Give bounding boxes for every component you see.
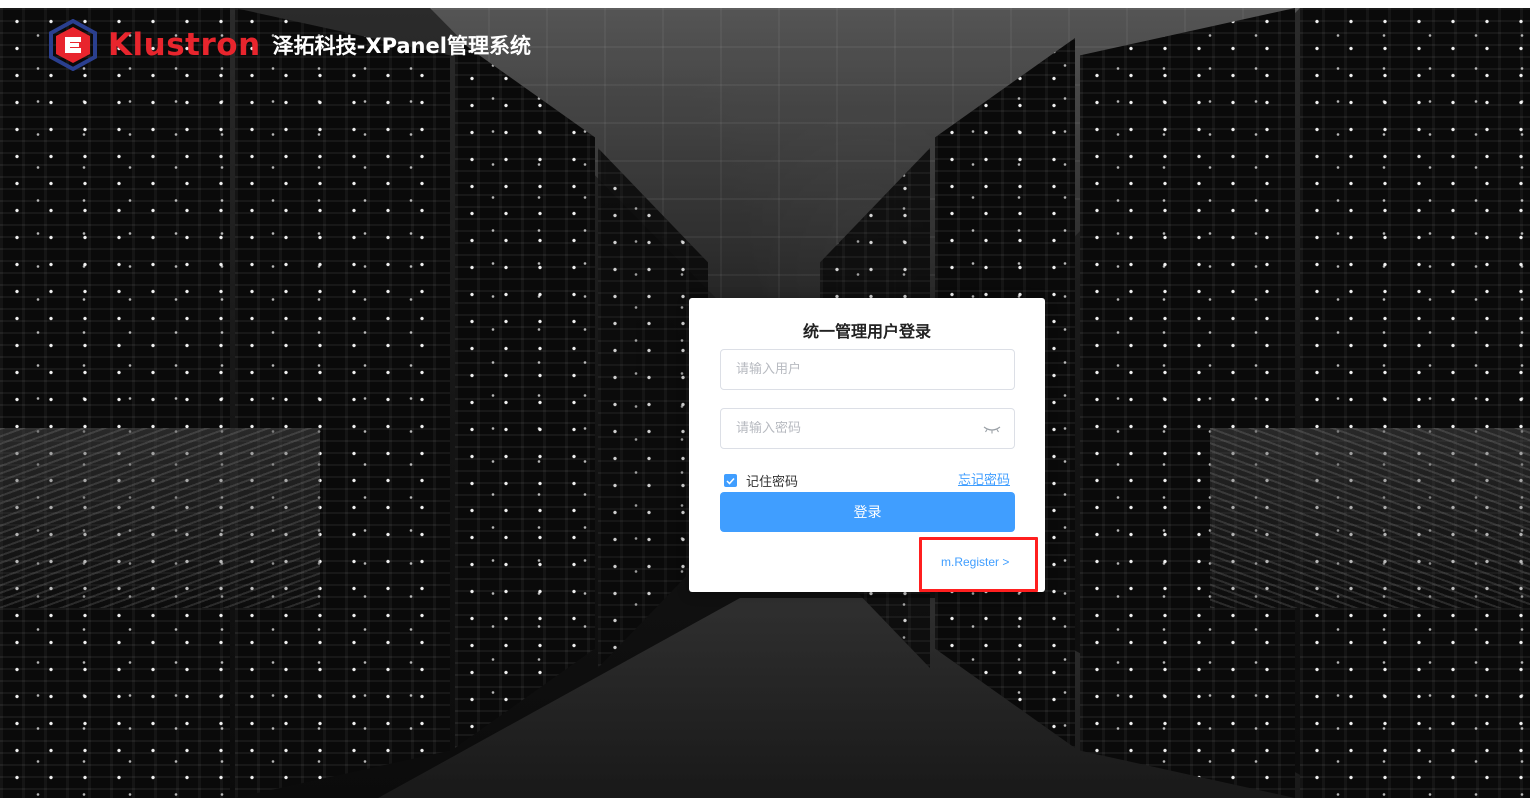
cable-bundle — [1210, 428, 1530, 608]
klustron-logo-icon — [49, 19, 97, 71]
login-card: 统一管理用户登录 记住密码 忘记密码 登录 m.Register > — [689, 298, 1045, 592]
checkmark-icon — [726, 477, 735, 485]
remember-password[interactable]: 记住密码 — [724, 471, 798, 490]
password-field[interactable] — [720, 408, 1015, 449]
forgot-password-link[interactable]: 忘记密码 — [958, 469, 1010, 488]
server-rack — [1080, 8, 1295, 798]
system-title: 泽拓科技-XPanel管理系统 — [272, 34, 531, 58]
brand-name: Klustron — [108, 27, 261, 63]
app-header: Klustron 泽拓科技-XPanel管理系统 — [48, 17, 531, 73]
username-input[interactable] — [736, 362, 999, 377]
username-field[interactable] — [720, 349, 1015, 390]
login-title: 统一管理用户登录 — [802, 322, 931, 341]
password-input[interactable] — [736, 421, 999, 436]
remember-checkbox[interactable] — [724, 474, 737, 487]
server-rack — [1300, 8, 1530, 798]
server-rack — [235, 8, 450, 798]
login-button[interactable]: 登录 — [720, 492, 1015, 532]
remember-label: 记住密码 — [746, 475, 799, 490]
eye-closed-icon[interactable] — [983, 423, 1001, 435]
server-rack — [455, 38, 595, 748]
server-rack — [0, 8, 230, 798]
register-link[interactable]: m.Register > — [941, 555, 1009, 569]
cable-bundle — [0, 428, 320, 608]
